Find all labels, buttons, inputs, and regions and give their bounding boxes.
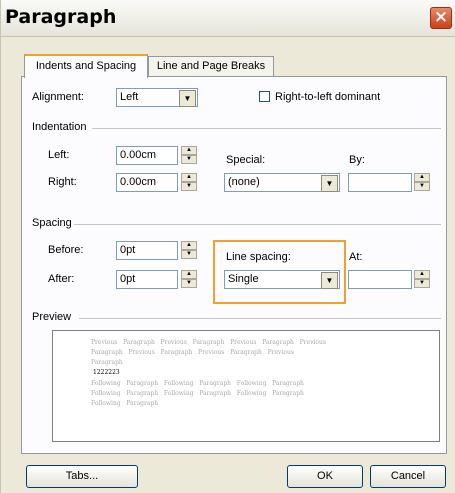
preview-group-label: Preview	[32, 311, 74, 323]
spin-down-icon[interactable]: ▼	[414, 279, 430, 288]
line-spacing-label: Line spacing:	[226, 251, 291, 263]
preview-divider	[79, 318, 441, 319]
chevron-down-icon[interactable]: ▼	[321, 272, 338, 289]
before-spinner[interactable]: ▲ ▼	[181, 241, 197, 260]
tab-label: Indents and Spacing	[35, 60, 137, 72]
by-input[interactable]	[348, 173, 412, 192]
special-label: Special:	[226, 154, 266, 166]
at-label: At:	[349, 251, 363, 263]
ok-button[interactable]: OK	[287, 465, 363, 488]
after-spinner[interactable]: ▲ ▼	[181, 270, 197, 289]
dialog-title: Paragraph	[5, 6, 117, 28]
tab-indents-and-spacing[interactable]: Indents and Spacing	[24, 54, 148, 78]
spin-up-icon[interactable]: ▲	[181, 270, 197, 279]
preview-line: Previous Paragraph Previous Paragraph Pr…	[91, 339, 326, 346]
indent-right-spinner[interactable]: ▲ ▼	[181, 173, 197, 192]
special-value: (none)	[228, 176, 260, 188]
indent-left-value: 0.00cm	[120, 149, 157, 161]
indentation-divider	[92, 128, 441, 129]
spin-up-icon[interactable]: ▲	[181, 241, 197, 250]
spin-up-glyph: ▲	[186, 174, 192, 180]
spin-down-glyph: ▼	[419, 183, 425, 189]
alignment-select[interactable]: Left ▼	[116, 88, 198, 107]
by-spinner[interactable]: ▲ ▼	[414, 173, 430, 192]
spin-up-glyph: ▲	[419, 271, 425, 277]
tabs-button-label: Tabs...	[65, 470, 99, 482]
rtl-label: Right-to-left dominant	[275, 91, 381, 103]
at-input[interactable]	[348, 270, 412, 289]
spin-down-icon[interactable]: ▼	[181, 250, 197, 259]
before-input[interactable]: 0pt	[116, 241, 178, 260]
spin-up-icon[interactable]: ▲	[414, 173, 430, 182]
alignment-label: Alignment:	[32, 91, 84, 103]
spin-down-glyph: ▼	[419, 280, 425, 286]
spin-up-icon[interactable]: ▲	[181, 146, 197, 155]
ok-button-label: OK	[317, 470, 333, 482]
chevron-down-icon[interactable]: ▼	[321, 175, 338, 192]
indent-right-value: 0.00cm	[120, 176, 157, 188]
dropdown-glyph: ▼	[325, 276, 334, 285]
alignment-value: Left	[120, 91, 139, 103]
after-input[interactable]: 0pt	[116, 270, 178, 289]
spin-down-icon[interactable]: ▼	[181, 182, 197, 191]
line-spacing-select[interactable]: Single ▼	[224, 270, 340, 289]
preview-line: Following Paragraph Following Paragraph …	[91, 390, 304, 397]
spin-up-glyph: ▲	[419, 174, 425, 180]
spin-down-glyph: ▼	[186, 183, 192, 189]
indent-left-input[interactable]: 0.00cm	[116, 146, 178, 165]
chevron-down-icon[interactable]: ▼	[179, 90, 196, 107]
spin-up-glyph: ▲	[186, 147, 192, 153]
at-spinner[interactable]: ▲ ▼	[414, 270, 430, 289]
indentation-group-label: Indentation	[32, 121, 89, 133]
spin-down-glyph: ▼	[186, 156, 192, 162]
rtl-checkbox[interactable]	[259, 91, 270, 102]
tab-label: Line and Page Breaks	[156, 60, 266, 72]
by-label: By:	[349, 154, 365, 166]
spin-up-glyph: ▲	[186, 271, 192, 277]
spin-up-icon[interactable]: ▲	[181, 173, 197, 182]
indent-right-label: Right:	[48, 176, 77, 188]
tabs-button[interactable]: Tabs...	[26, 465, 138, 488]
spacing-group-label: Spacing	[32, 217, 74, 229]
paragraph-preview: Previous Paragraph Previous Paragraph Pr…	[52, 330, 440, 442]
spin-up-icon[interactable]: ▲	[414, 270, 430, 279]
preview-line: Paragraph	[91, 359, 123, 366]
before-label: Before:	[48, 244, 84, 256]
close-icon: ×	[433, 7, 449, 27]
after-label: After:	[48, 273, 75, 285]
title-bar: Paragraph ×	[1, 0, 455, 37]
preview-sample-text: 1222223	[93, 369, 120, 376]
spin-down-glyph: ▼	[186, 251, 192, 257]
line-spacing-value: Single	[228, 273, 259, 285]
spacing-divider	[72, 224, 441, 225]
dropdown-glyph: ▼	[325, 179, 334, 188]
cancel-button[interactable]: Cancel	[370, 465, 446, 488]
preview-line: Following Paragraph Following Paragraph …	[91, 380, 304, 387]
tab-line-and-page-breaks[interactable]: Line and Page Breaks	[148, 56, 274, 76]
spin-up-glyph: ▲	[186, 242, 192, 248]
cancel-button-label: Cancel	[390, 470, 426, 482]
after-value: 0pt	[120, 273, 136, 285]
indent-right-input[interactable]: 0.00cm	[116, 173, 178, 192]
dropdown-glyph: ▼	[183, 94, 192, 103]
preview-line: Following Paragraph	[91, 400, 159, 407]
spin-down-icon[interactable]: ▼	[181, 155, 197, 164]
spin-down-icon[interactable]: ▼	[414, 182, 430, 191]
paragraph-dialog: Paragraph × Indents and Spacing Line and…	[0, 0, 455, 493]
indent-left-label: Left:	[48, 149, 70, 161]
close-button[interactable]: ×	[430, 7, 452, 29]
spin-down-glyph: ▼	[186, 280, 192, 286]
before-value: 0pt	[120, 244, 136, 256]
spin-down-icon[interactable]: ▼	[181, 279, 197, 288]
indent-left-spinner[interactable]: ▲ ▼	[181, 146, 197, 165]
preview-line: Paragraph Previous Paragraph Previous Pa…	[91, 349, 294, 356]
special-select[interactable]: (none) ▼	[224, 173, 340, 192]
